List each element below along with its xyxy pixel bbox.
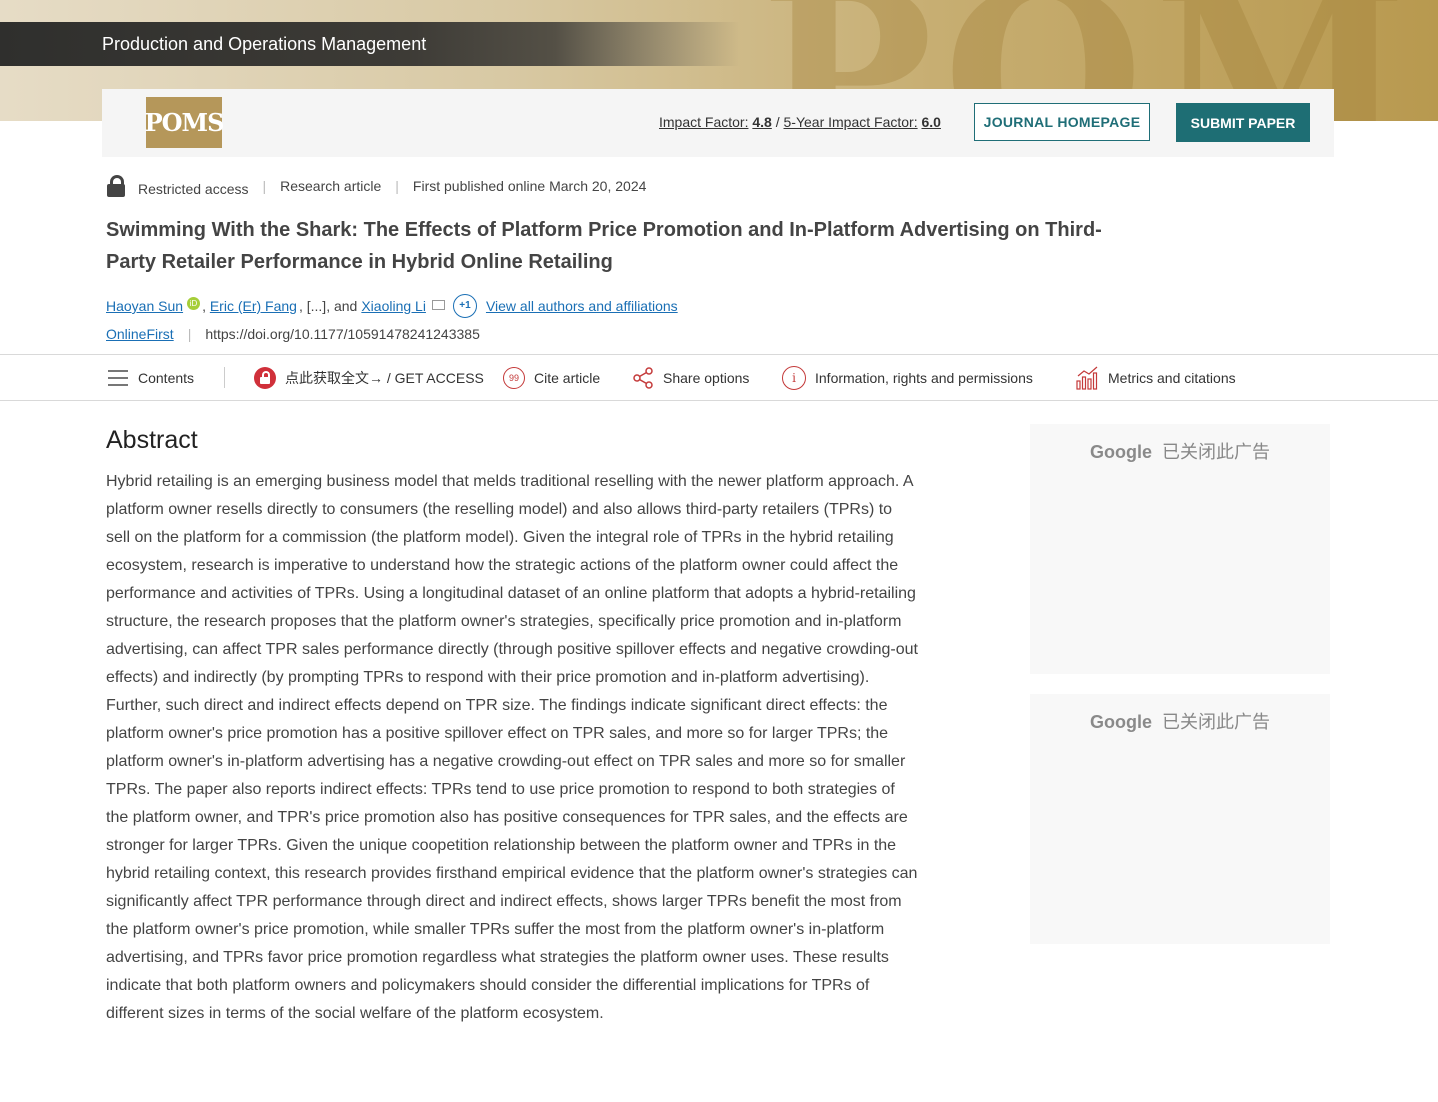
author-ellipsis: , [...], and bbox=[298, 298, 358, 314]
metrics-label: Metrics and citations bbox=[1108, 369, 1236, 386]
share-options-button[interactable]: Share options bbox=[632, 355, 749, 400]
article-meta: Restricted access | Research article | F… bbox=[106, 172, 646, 200]
view-all-authors-link[interactable]: View all authors and affiliations bbox=[486, 298, 678, 314]
list-icon bbox=[108, 369, 128, 386]
journal-header: POMS Impact Factor: 4.8 / 5-Year Impact … bbox=[102, 89, 1334, 157]
abstract-body: Hybrid retailing is an emerging business… bbox=[106, 473, 918, 1022]
meta-divider: | bbox=[262, 178, 267, 194]
bar-chart-icon bbox=[1076, 366, 1098, 390]
article-type: Research article bbox=[280, 178, 382, 194]
onlinefirst-link[interactable]: OnlineFirst bbox=[106, 326, 174, 342]
google-brand: Google bbox=[1089, 442, 1152, 462]
journal-logo[interactable]: POMS bbox=[145, 97, 224, 148]
share-icon bbox=[633, 366, 653, 389]
cite-label: Cite article bbox=[534, 369, 601, 386]
author-link-li[interactable]: Xiaoling Li bbox=[361, 298, 426, 314]
mail-icon[interactable] bbox=[431, 300, 445, 310]
five-year-impact-value: 6.0 bbox=[921, 114, 941, 130]
lock-icon bbox=[254, 366, 276, 389]
doi-row: OnlineFirst | https://doi.org/10.1177/10… bbox=[106, 326, 480, 342]
ad-closed-label: 已关闭此广告 bbox=[1162, 442, 1270, 462]
impact-separator: / bbox=[775, 114, 780, 130]
toolbar-divider bbox=[224, 367, 225, 388]
ad-closed-notice: Google 已关闭此广告 bbox=[1030, 438, 1330, 464]
author-link-fang[interactable]: Eric (Er) Fang bbox=[210, 298, 297, 314]
submit-paper-button[interactable]: SUBMIT PAPER bbox=[1176, 103, 1310, 142]
journal-homepage-button[interactable]: JOURNAL HOMEPAGE bbox=[974, 103, 1150, 141]
get-access-label: 点此获取全文→ / GET ACCESS bbox=[285, 369, 484, 386]
journal-title[interactable]: Production and Operations Management bbox=[102, 22, 426, 66]
info-icon: i bbox=[782, 365, 806, 390]
article-toolbar: Contents 点此获取全文→ / GET ACCESS 99 Cite ar… bbox=[0, 354, 1438, 401]
contents-label: Contents bbox=[138, 369, 195, 386]
information-rights-button[interactable]: i Information, rights and permissions bbox=[782, 355, 1033, 400]
information-label: Information, rights and permissions bbox=[815, 369, 1033, 386]
orcid-icon[interactable]: iD bbox=[187, 296, 201, 310]
google-brand: Google bbox=[1089, 712, 1152, 732]
quote-icon: 99 bbox=[503, 366, 525, 389]
impact-factor-value: 4.8 bbox=[752, 114, 772, 130]
author-list: Haoyan Sun iD , Eric (Er) Fang , [...], … bbox=[106, 294, 678, 318]
doi-divider: | bbox=[187, 326, 192, 342]
meta-divider: | bbox=[395, 178, 399, 194]
impact-factor-label: Impact Factor: bbox=[659, 114, 749, 130]
more-authors-badge[interactable]: +1 bbox=[452, 294, 477, 318]
abstract-heading: Abstract bbox=[106, 426, 198, 454]
author-comma: , bbox=[202, 298, 210, 314]
access-status: Restricted access bbox=[138, 181, 249, 197]
impact-factor[interactable]: Impact Factor: 4.8 / 5-Year Impact Facto… bbox=[659, 114, 941, 130]
cite-article-button[interactable]: 99 Cite article bbox=[503, 355, 600, 400]
doi-text[interactable]: https://doi.org/10.1177/1059147824124338… bbox=[205, 326, 480, 342]
journal-title-bar: Production and Operations Management bbox=[0, 22, 740, 66]
ad-slot: Google 已关闭此广告 bbox=[1030, 694, 1330, 944]
ad-slot: Google 已关闭此广告 bbox=[1030, 424, 1330, 674]
publish-date: First published online March 20, 2024 bbox=[412, 178, 647, 194]
five-year-impact-label: 5-Year Impact Factor: bbox=[783, 114, 918, 130]
contents-button[interactable]: Contents bbox=[108, 355, 194, 400]
author-link-sun[interactable]: Haoyan Sun bbox=[106, 298, 183, 314]
lock-icon bbox=[106, 175, 126, 197]
metrics-button[interactable]: Metrics and citations bbox=[1076, 355, 1236, 400]
ad-closed-notice: Google 已关闭此广告 bbox=[1030, 708, 1330, 734]
share-label: Share options bbox=[663, 369, 750, 386]
article-title: Swimming With the Shark: The Effects of … bbox=[106, 219, 1102, 273]
ad-closed-label: 已关闭此广告 bbox=[1162, 712, 1270, 732]
get-access-button[interactable]: 点此获取全文→ / GET ACCESS bbox=[254, 355, 484, 400]
